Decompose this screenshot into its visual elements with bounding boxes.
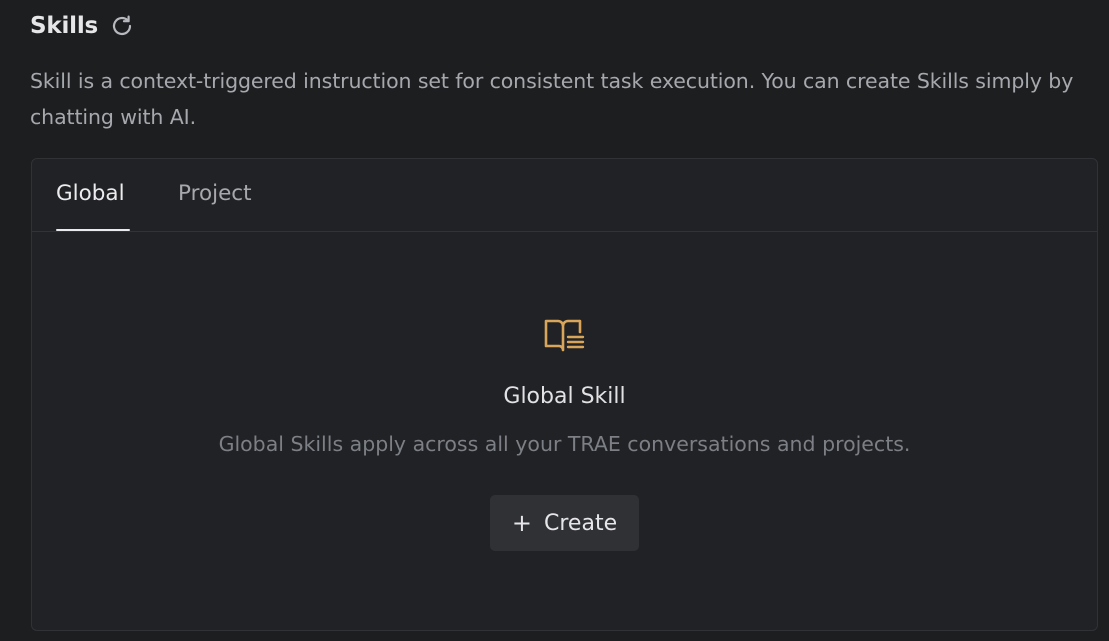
empty-state-title: Global Skill (503, 384, 626, 409)
tab-global[interactable]: Global (56, 181, 125, 206)
create-button-label: Create (544, 510, 618, 536)
book-icon (543, 317, 587, 355)
skills-description: Skill is a context-triggered instruction… (30, 69, 1074, 129)
tab-project[interactable]: Project (178, 181, 252, 206)
plus-icon: + (511, 509, 532, 537)
create-button[interactable]: + Create (490, 495, 639, 551)
skills-header: Skills (30, 9, 135, 43)
skills-page: Skills Skill is a context-triggered inst… (0, 0, 1109, 641)
skills-panel: Global Project Global Skill Global Skill… (31, 158, 1098, 631)
empty-state-description: Global Skills apply across all your TRAE… (218, 432, 911, 456)
skills-tabs: Global Project (32, 159, 1097, 232)
refresh-icon[interactable] (109, 13, 135, 39)
active-tab-indicator (56, 229, 130, 231)
page-title: Skills (30, 13, 99, 39)
